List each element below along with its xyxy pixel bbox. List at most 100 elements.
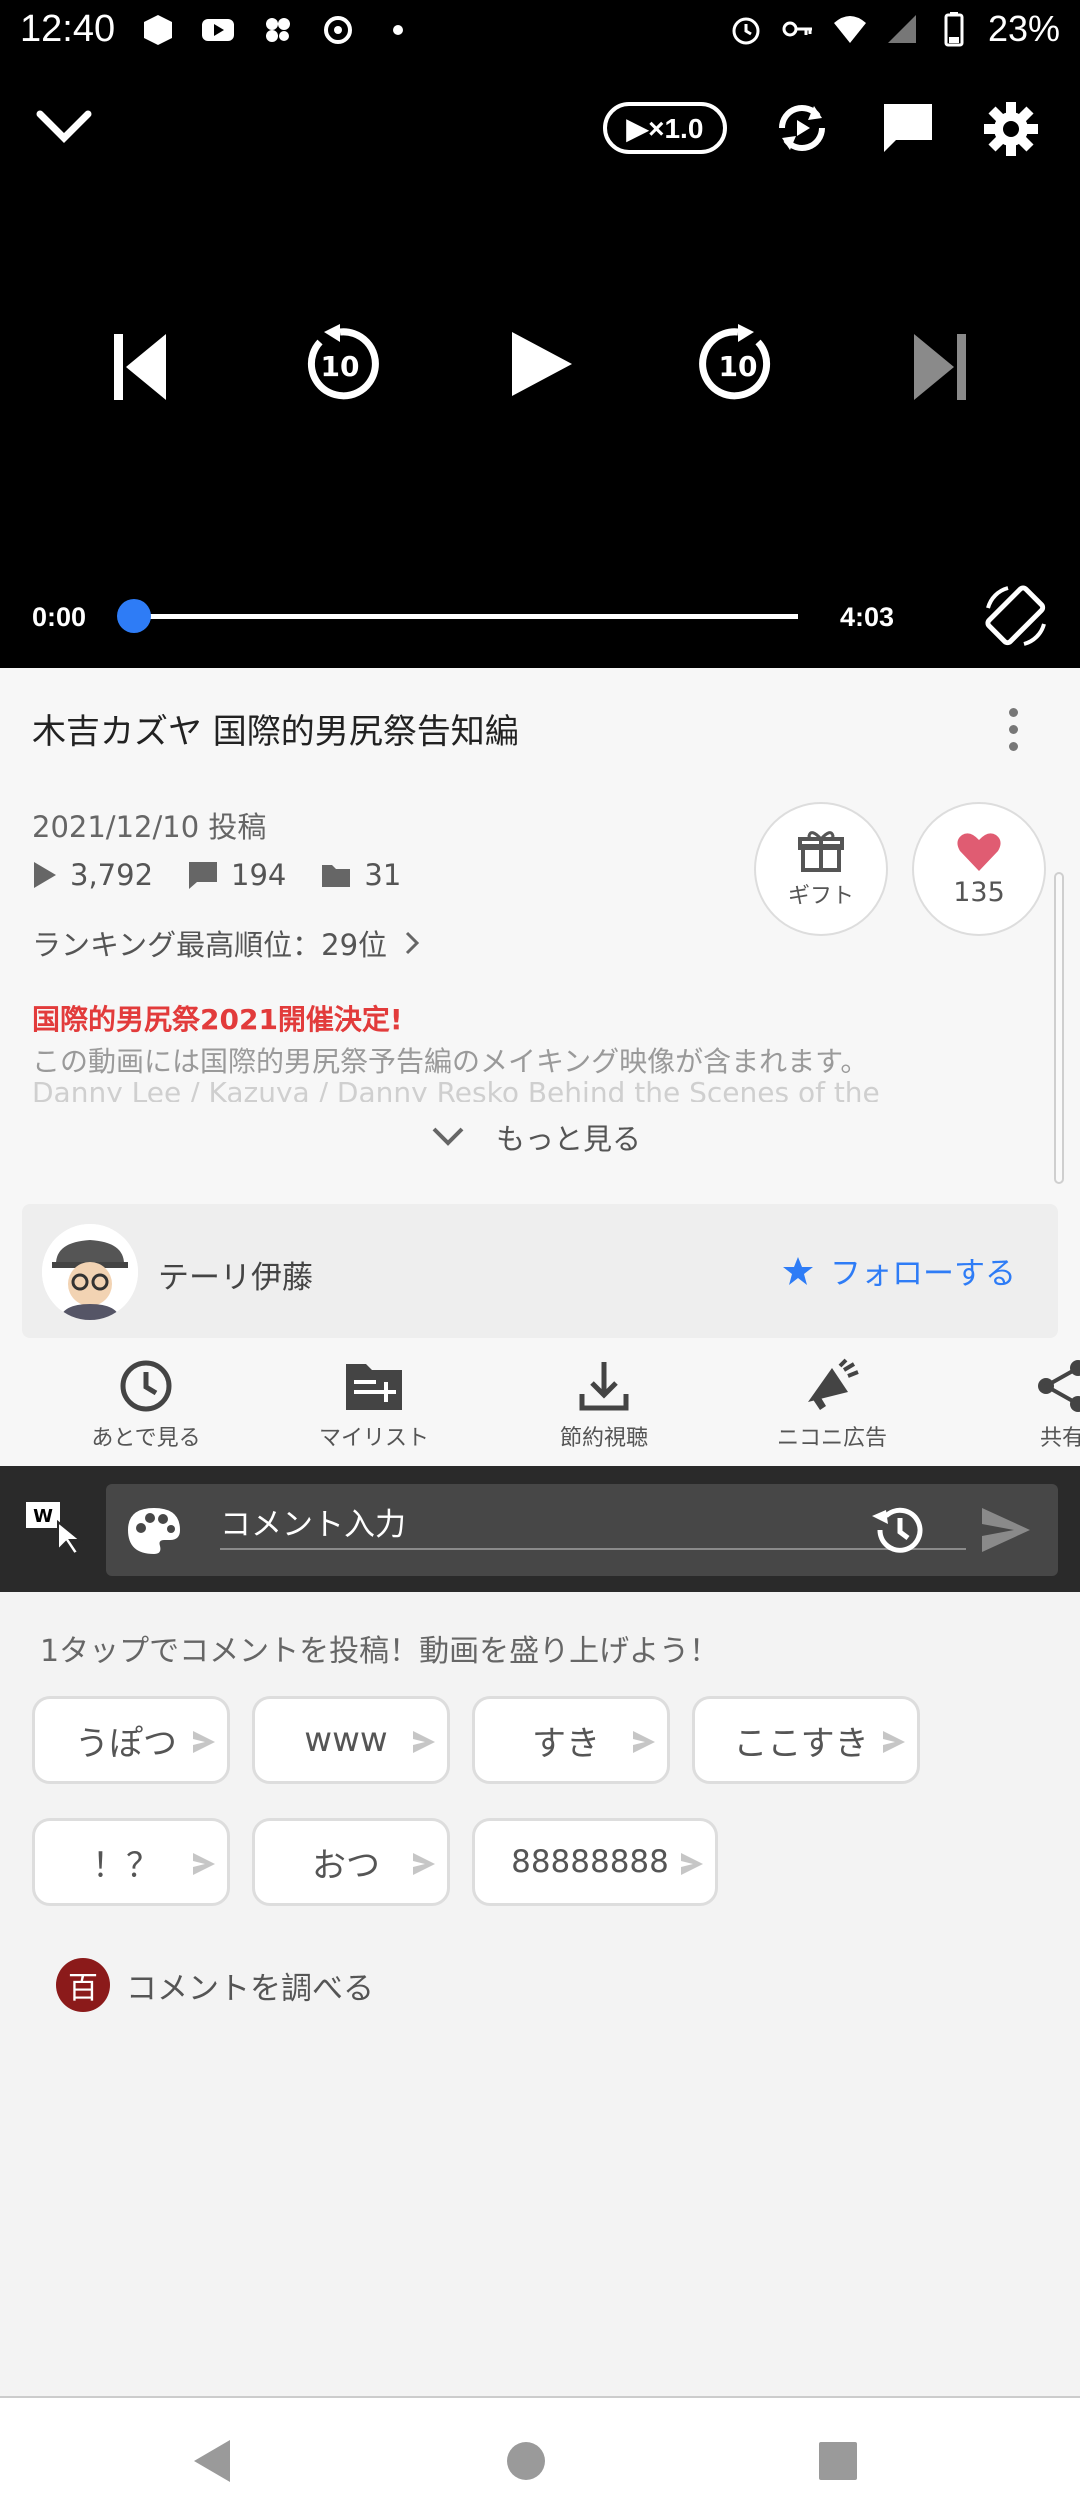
rotate-screen-icon[interactable] bbox=[982, 582, 1050, 650]
quick-comment-chip[interactable]: ここすき bbox=[692, 1696, 920, 1784]
share-icon bbox=[1038, 1360, 1080, 1412]
palette-icon[interactable] bbox=[126, 1506, 182, 1556]
settings-gear-icon[interactable] bbox=[980, 98, 1042, 160]
battery-level: 23% bbox=[987, 8, 1060, 49]
like-count: 135 bbox=[953, 876, 1005, 908]
chip-label: ここすき bbox=[733, 1723, 869, 1764]
save-mode-button[interactable]: 節約視聴 bbox=[514, 1358, 694, 1452]
send-arrow-icon bbox=[633, 1731, 655, 1753]
comment-mode-icon[interactable]: W bbox=[24, 1500, 84, 1556]
follow-label: フォローする bbox=[830, 1256, 1016, 1292]
video-player[interactable]: ▶×1.0 10 10 0:00 4:03 bbox=[0, 62, 1080, 668]
comment-input[interactable] bbox=[220, 1502, 966, 1550]
save-mode-label: 節約視聴 bbox=[559, 1426, 648, 1451]
total-time: 4:03 bbox=[840, 602, 895, 632]
watch-later-button[interactable]: あとで見る bbox=[56, 1358, 236, 1452]
app-notification-icon bbox=[144, 15, 172, 45]
video-stats: 3,792 194 31 bbox=[32, 858, 435, 892]
views-count: 3,792 bbox=[70, 858, 154, 892]
watch-later-label: あとで見る bbox=[91, 1426, 201, 1451]
alarm-icon bbox=[732, 17, 760, 45]
wifi-icon bbox=[833, 16, 866, 43]
comment-lookup-label: コメントを調べる bbox=[126, 1970, 374, 2007]
description-scrollbar[interactable] bbox=[1054, 872, 1064, 1184]
nicoad-button[interactable]: ニコニ広告 bbox=[742, 1358, 922, 1452]
more-options-icon[interactable] bbox=[1003, 708, 1023, 756]
quick-comment-chip[interactable]: うぽつ bbox=[32, 1696, 230, 1784]
quick-comment-chip[interactable]: おつ bbox=[252, 1818, 450, 1906]
comment-toggle-icon[interactable] bbox=[878, 98, 938, 158]
send-icon[interactable] bbox=[980, 1506, 1032, 1554]
follow-button[interactable]: フォローする bbox=[782, 1248, 1016, 1293]
share-button[interactable]: 共有 bbox=[972, 1358, 1080, 1452]
comment-lookup-link[interactable]: 百 コメントを調べる bbox=[56, 1958, 374, 2012]
send-arrow-icon bbox=[413, 1853, 435, 1875]
post-date: 2021/12/10 投稿 bbox=[32, 810, 267, 844]
comments-icon bbox=[189, 862, 218, 889]
forward-10-icon[interactable]: 10 bbox=[698, 324, 778, 404]
ranking-link[interactable]: ランキング最高順位：29位 bbox=[32, 922, 427, 964]
playback-speed-button[interactable]: ▶×1.0 bbox=[603, 102, 727, 154]
gift-icon bbox=[798, 831, 844, 872]
comment-bar: W bbox=[0, 1466, 1080, 1592]
svg-text:W: W bbox=[33, 1506, 53, 1527]
channel-name[interactable]: テーリ伊藤 bbox=[158, 1252, 313, 1297]
chip-label: うぽつ bbox=[75, 1723, 177, 1764]
like-button[interactable]: 135 bbox=[912, 802, 1046, 936]
gift-button[interactable]: ギフト bbox=[754, 802, 888, 936]
channel-row[interactable]: テーリ伊藤 フォローする bbox=[22, 1204, 1058, 1338]
seek-bar[interactable] bbox=[133, 614, 798, 619]
send-arrow-icon bbox=[193, 1731, 215, 1753]
avatar-image bbox=[42, 1224, 138, 1320]
avatar[interactable] bbox=[42, 1224, 138, 1320]
nicopedia-icon: 百 bbox=[56, 1958, 110, 2012]
battery-icon bbox=[944, 12, 964, 47]
send-arrow-icon bbox=[681, 1853, 703, 1875]
youtube-icon bbox=[202, 19, 234, 41]
pinwheel-icon bbox=[266, 18, 290, 42]
comments-count: 194 bbox=[231, 858, 287, 892]
recents-nav-icon[interactable] bbox=[816, 2438, 860, 2484]
quick-comment-chip[interactable]: すき bbox=[472, 1696, 670, 1784]
megaphone-icon bbox=[808, 1358, 859, 1410]
chip-label: おつ bbox=[312, 1845, 380, 1886]
send-arrow-icon bbox=[413, 1731, 435, 1753]
seek-knob[interactable] bbox=[117, 599, 151, 633]
chip-label: www bbox=[304, 1720, 388, 1760]
repeat-icon[interactable] bbox=[772, 98, 832, 158]
quick-comment-chip[interactable]: ！？ bbox=[32, 1818, 230, 1906]
comment-input-container bbox=[106, 1484, 1058, 1576]
send-arrow-icon bbox=[193, 1853, 215, 1875]
play-icon[interactable] bbox=[500, 324, 580, 404]
suggestion-hint: 1タップでコメントを投稿！動画を盛り上げよう！ bbox=[40, 1634, 720, 1669]
history-icon[interactable] bbox=[866, 1502, 926, 1558]
quick-comment-chip[interactable]: 88888888 bbox=[472, 1818, 718, 1906]
share-label: 共有 bbox=[1039, 1426, 1080, 1451]
send-arrow-icon bbox=[883, 1731, 905, 1753]
rewind-10-icon[interactable]: 10 bbox=[300, 324, 380, 404]
dot-icon bbox=[393, 25, 403, 35]
nicoad-label: ニコニ広告 bbox=[776, 1426, 887, 1451]
clock-icon bbox=[120, 1360, 172, 1412]
record-icon bbox=[324, 16, 352, 44]
video-info: 木吉カズヤ 国際的男尻祭告知編 2021/12/10 投稿 3,792 194 … bbox=[0, 668, 1080, 1468]
description-faded-text: Danny Lee / Kazuya / Danny Resko Behind … bbox=[32, 1076, 880, 1102]
home-nav-icon[interactable] bbox=[504, 2438, 548, 2484]
show-more-label: もっと見る bbox=[496, 1122, 642, 1156]
signal-icon bbox=[887, 15, 916, 43]
heart-icon bbox=[957, 832, 1001, 871]
mylist-button[interactable]: マイリスト bbox=[284, 1358, 464, 1452]
skip-next-icon[interactable] bbox=[910, 332, 970, 402]
key-icon bbox=[782, 21, 812, 37]
show-more-button[interactable]: もっと見る bbox=[430, 1116, 641, 1158]
collapse-chevron-icon[interactable] bbox=[34, 104, 94, 150]
mylist-label: マイリスト bbox=[318, 1426, 429, 1451]
description-highlight: 国際的男尻祭2021開催決定! bbox=[32, 1003, 403, 1036]
back-nav-icon[interactable] bbox=[190, 2438, 234, 2484]
notification-icons bbox=[140, 12, 416, 48]
chip-label: 88888888 bbox=[511, 1844, 669, 1880]
chip-label: ！？ bbox=[92, 1845, 160, 1886]
skip-previous-icon[interactable] bbox=[110, 332, 170, 402]
quick-comment-chip[interactable]: www bbox=[252, 1696, 450, 1784]
comment-suggestion-panel: 1タップでコメントを投稿！動画を盛り上げよう！ うぽつ www すき ここすき … bbox=[0, 1592, 1080, 2398]
